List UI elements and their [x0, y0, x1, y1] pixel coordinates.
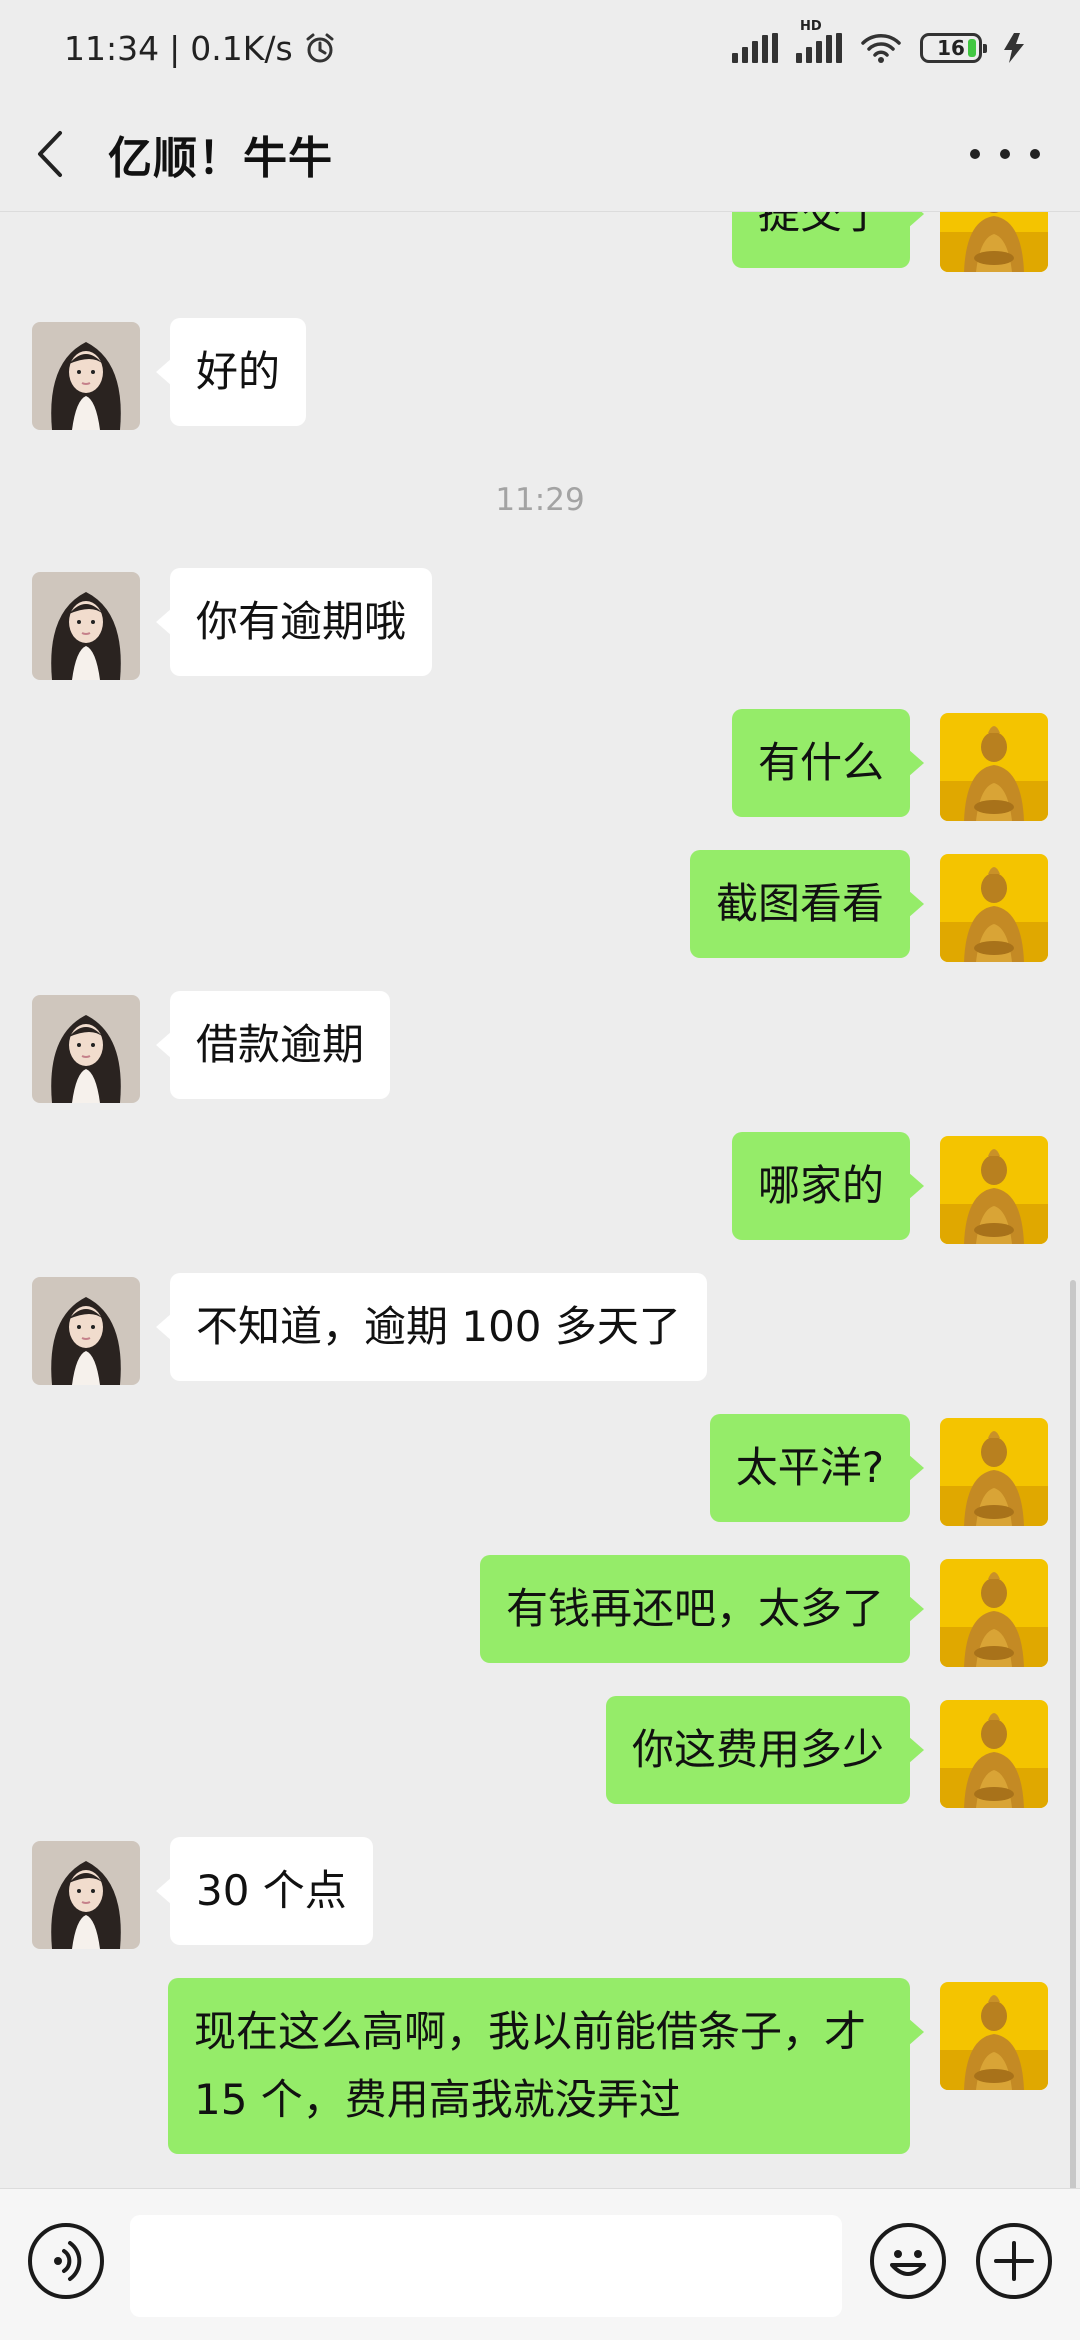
message-bubble-mine[interactable]: 你这费用多少: [605, 1696, 925, 1804]
status-left: 11:34 | 0.1K/s: [64, 29, 337, 68]
more-button[interactable]: [970, 128, 1040, 180]
message-bubble-contact[interactable]: 借款逾期: [155, 991, 391, 1099]
contact-avatar[interactable]: [32, 1277, 140, 1385]
chat-header: 亿顺！牛牛: [0, 96, 1080, 212]
chat-title: 亿顺！牛牛: [108, 132, 333, 184]
status-separator: |: [169, 28, 181, 68]
my-avatar[interactable]: [940, 854, 1048, 962]
more-icon: [970, 149, 980, 159]
contact-avatar[interactable]: [32, 322, 140, 430]
message-bubble-mine[interactable]: 现在这么高啊，我以前能借条子，才 15 个，费用高我就没弄过: [168, 1978, 924, 2154]
hd-label: HD: [800, 19, 822, 34]
battery-icon: 16: [920, 33, 987, 63]
message-input[interactable]: [130, 2215, 842, 2317]
plus-button[interactable]: [976, 2223, 1052, 2299]
status-bar: 11:34 | 0.1K/s HD 16: [0, 0, 1080, 96]
message-bubble-contact[interactable]: 好的: [155, 318, 307, 426]
network-speed: 0.1K/s: [190, 28, 293, 68]
scrollbar[interactable]: [1070, 1280, 1076, 2188]
message-bubble-mine[interactable]: 太平洋?: [709, 1414, 925, 1522]
voice-icon: [32, 2227, 100, 2295]
contact-avatar[interactable]: [32, 1841, 140, 1949]
status-right: HD 16: [732, 19, 1028, 65]
plus-icon: [980, 2227, 1048, 2295]
battery-fill: [968, 39, 976, 57]
my-avatar[interactable]: [940, 212, 1048, 272]
wifi-icon: [860, 32, 902, 64]
hd-signal-icon: HD: [796, 19, 842, 63]
my-avatar[interactable]: [940, 1559, 1048, 1667]
contact-avatar[interactable]: [32, 995, 140, 1103]
contact-avatar[interactable]: [32, 572, 140, 680]
my-avatar[interactable]: [940, 713, 1048, 821]
signal-icon: [732, 33, 778, 63]
voice-button[interactable]: [28, 2223, 104, 2299]
my-avatar[interactable]: [940, 1982, 1048, 2090]
my-avatar[interactable]: [940, 1136, 1048, 1244]
message-bubble-mine[interactable]: 哪家的: [731, 1132, 925, 1240]
message-bubble-contact[interactable]: 30 个点: [156, 1837, 373, 1945]
battery-level: 16: [937, 36, 965, 60]
message-bubble-mine[interactable]: 截图看看: [689, 850, 925, 958]
alarm-icon: [303, 31, 337, 65]
message-bubble-mine[interactable]: 有钱再还吧，太多了: [479, 1555, 925, 1663]
my-avatar[interactable]: [940, 1418, 1048, 1526]
message-bubble-contact[interactable]: 你有逾期哦: [155, 568, 433, 676]
message-bubble-contact[interactable]: 不知道，逾期 100 多天了: [156, 1273, 707, 1381]
emoji-icon: [874, 2227, 942, 2295]
charging-icon: [1000, 31, 1028, 65]
back-button[interactable]: [0, 96, 100, 212]
message-timestamp: 11:29: [495, 482, 585, 518]
message-bubble-mine[interactable]: 提交了: [731, 212, 925, 268]
message-bubble-mine[interactable]: 有什么: [731, 709, 925, 817]
status-time: 11:34: [64, 28, 160, 68]
emoji-button[interactable]: [870, 2223, 946, 2299]
my-avatar[interactable]: [940, 1700, 1048, 1808]
back-arrow-icon: [34, 129, 66, 179]
chat-messages[interactable]: 提交了 好的 11:29 你有逾期哦 有什么 截图看看 借款逾期 哪家的 不知道…: [0, 212, 1080, 2188]
input-bar: [0, 2188, 1080, 2340]
